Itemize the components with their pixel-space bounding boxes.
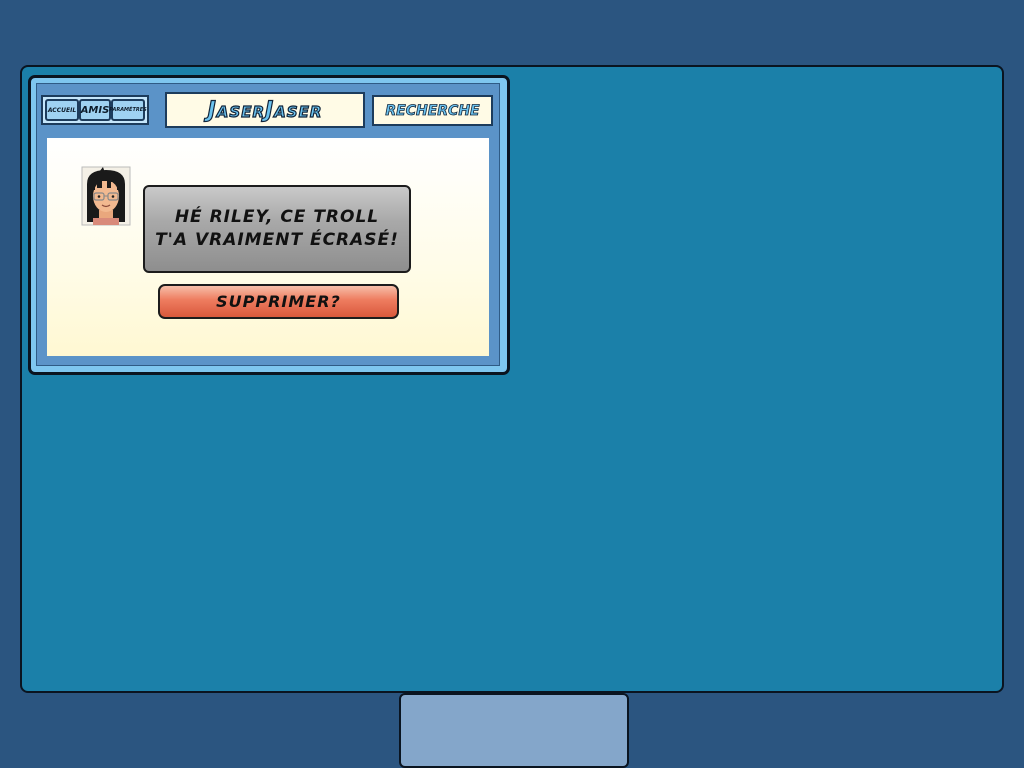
delete-button[interactable]: SUPPRIMER?: [158, 284, 399, 319]
delete-button-label: SUPPRIMER?: [216, 292, 341, 311]
app-logo-text: JaserJaser: [207, 97, 323, 123]
app-logo: JaserJaser: [165, 92, 365, 128]
nav-settings-button[interactable]: PARAMÈTRES: [109, 99, 147, 121]
search-button[interactable]: RECHERCHE: [372, 95, 493, 126]
home-tab-button[interactable]: [399, 693, 629, 768]
search-button-label: RECHERCHE: [385, 102, 480, 119]
nav-bar: ACCUEIL AMIS PARAMÈTRES: [41, 95, 149, 125]
nav-home-button[interactable]: ACCUEIL: [45, 99, 79, 121]
jaserjaser-app-window: ACCUEIL AMIS PARAMÈTRES JaserJaser RECHE…: [28, 75, 510, 375]
message-bubble: HÉ RILEY, CE TROLL T'A VRAIMENT ÉCRASÉ!: [143, 185, 411, 273]
nav-friends-button[interactable]: AMIS: [79, 99, 111, 121]
app-frame: ACCUEIL AMIS PARAMÈTRES JaserJaser RECHE…: [36, 83, 500, 366]
message-text: HÉ RILEY, CE TROLL T'A VRAIMENT ÉCRASÉ!: [155, 207, 399, 250]
user-avatar: [81, 166, 131, 226]
post-panel: HÉ RILEY, CE TROLL T'A VRAIMENT ÉCRASÉ! …: [45, 136, 491, 358]
